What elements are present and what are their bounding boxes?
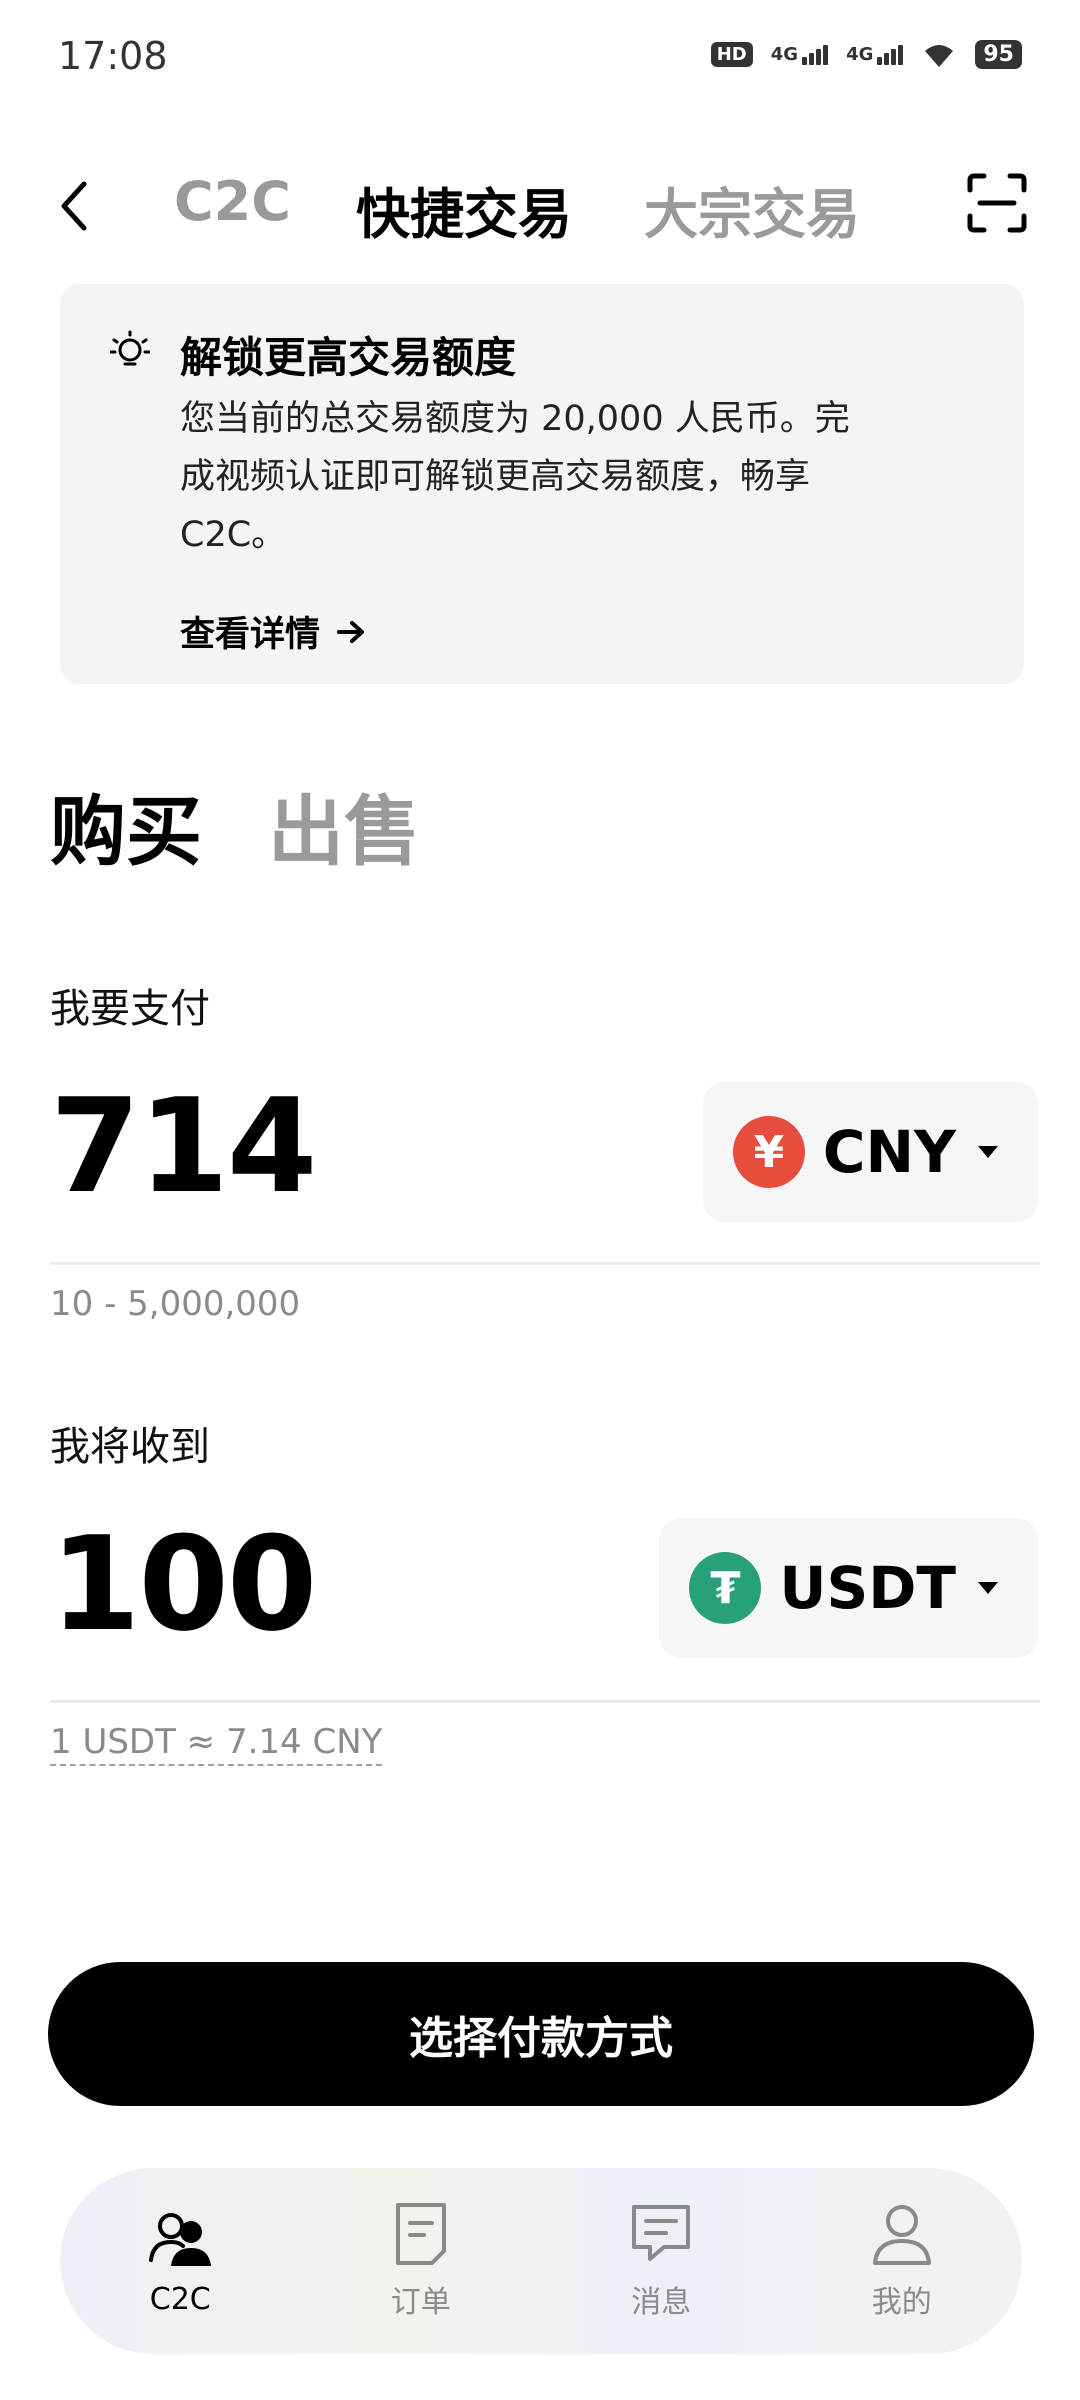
view-details-link[interactable]: 查看详情 <box>180 606 366 657</box>
usdt-coin-icon: ₮ <box>689 1552 762 1624</box>
bottom-nav-profile-label: 我的 <box>871 2285 932 2320</box>
order-icon <box>395 2203 446 2265</box>
tab-buy[interactable]: 购买 <box>50 770 202 880</box>
receive-currency-code: USDT <box>779 1554 956 1622</box>
pay-divider <box>50 1262 1040 1265</box>
network-label-2: 4G <box>846 44 874 65</box>
banner-body: 您当前的总交易额度为 20,000 人民币。完成视频认证即可解锁更高交易额度，畅… <box>180 399 850 555</box>
bottom-nav-c2c[interactable]: C2C <box>80 2206 280 2317</box>
top-nav: C2C 快捷交易 大宗交易 <box>0 150 1080 270</box>
banner-title: 解锁更高交易额度 <box>180 333 517 382</box>
status-bar: 17:08 HD 4G 4G 95 <box>0 0 1080 116</box>
view-details-label: 查看详情 <box>180 615 321 655</box>
select-payment-method-button[interactable]: 选择付款方式 <box>48 1962 1034 2106</box>
tab-block-trade[interactable]: 大宗交易 <box>644 170 860 249</box>
bottom-nav-messages-label: 消息 <box>631 2285 692 2320</box>
status-time: 17:08 <box>58 34 168 78</box>
lightbulb-icon <box>110 330 150 366</box>
back-arrow-icon[interactable] <box>54 176 94 236</box>
bottom-nav-c2c-label: C2C <box>149 2281 211 2317</box>
pay-amount-input[interactable]: 714 <box>50 1070 317 1222</box>
bottom-nav-orders-label: 订单 <box>390 2285 451 2320</box>
profile-icon <box>872 2205 931 2265</box>
tab-sell[interactable]: 出售 <box>268 770 420 880</box>
status-icons: HD 4G 4G 95 <box>710 40 1022 69</box>
upgrade-limit-banner: 解锁更高交易额度 您当前的总交易额度为 20,000 人民币。完成视频认证即可解… <box>60 284 1024 684</box>
scan-icon[interactable] <box>966 172 1028 234</box>
pay-label: 我要支付 <box>50 986 210 1032</box>
receive-amount-input[interactable]: 100 <box>50 1508 317 1660</box>
bottom-nav: C2C 订单 消息 我的 <box>60 2168 1022 2354</box>
caret-down-icon <box>978 1582 998 1594</box>
cny-coin-icon: ¥ <box>732 1116 805 1188</box>
bottom-nav-orders[interactable]: 订单 <box>321 2201 521 2321</box>
exchange-rate-hint[interactable]: 1 USDT ≈ 7.14 CNY <box>50 1722 383 1766</box>
pay-currency-code: CNY <box>822 1118 956 1186</box>
bottom-nav-messages[interactable]: 消息 <box>561 2201 761 2321</box>
network-label: 4G <box>770 44 799 65</box>
pay-currency-select[interactable]: ¥ CNY <box>702 1082 1038 1222</box>
signal-icon: 4G <box>770 44 829 65</box>
pay-range-hint: 10 - 5,000,000 <box>50 1284 301 1324</box>
arrow-right-icon <box>337 620 365 643</box>
receive-currency-select[interactable]: ₮ USDT <box>659 1518 1038 1658</box>
bottom-nav-profile[interactable]: 我的 <box>802 2201 1002 2321</box>
receive-label: 我将收到 <box>50 1424 210 1470</box>
battery-icon: 95 <box>975 40 1022 69</box>
tab-quick-trade[interactable]: 快捷交易 <box>356 170 572 249</box>
exchange-rate-text: 1 USDT ≈ 7.14 CNY <box>50 1722 383 1766</box>
caret-down-icon <box>978 1146 998 1158</box>
signal-icon-2: 4G <box>846 44 904 65</box>
message-icon <box>632 2205 691 2261</box>
wifi-icon <box>925 44 954 67</box>
receive-divider <box>50 1700 1040 1703</box>
users-icon <box>149 2212 212 2266</box>
hd-icon: HD <box>710 42 753 67</box>
tab-c2c[interactable]: C2C <box>174 170 291 233</box>
